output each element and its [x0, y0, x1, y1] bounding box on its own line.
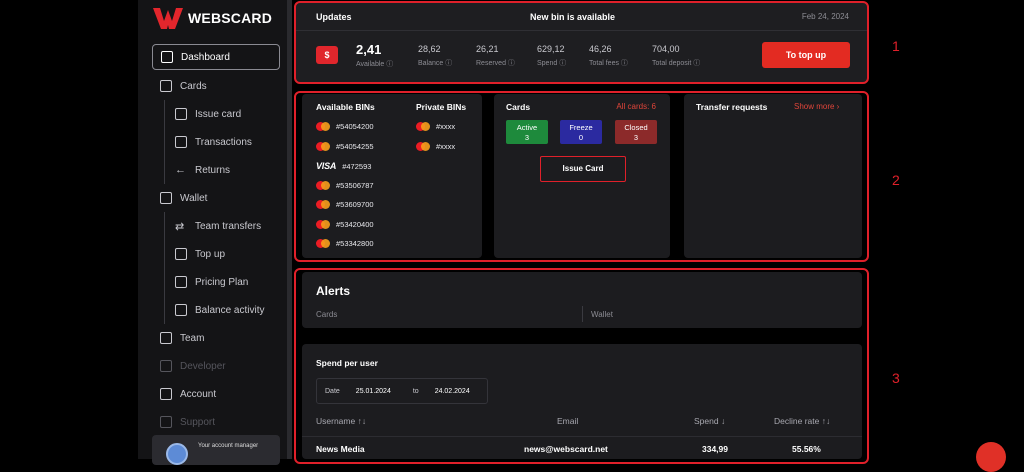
sidebar-item-label: Team	[180, 332, 205, 344]
annotation-box-1	[294, 1, 869, 84]
sidebar-item-label: Account	[180, 388, 217, 400]
sidebar-item-team[interactable]: Team	[152, 324, 280, 352]
brand-name: WEBSCARD	[188, 10, 273, 26]
annotation-label-3: 3	[892, 370, 900, 386]
account-manager-label: Your account manager	[198, 443, 259, 449]
sidebar-item-account[interactable]: Account	[152, 380, 280, 408]
developer-icon	[160, 360, 172, 372]
sidebar-item-label: Pricing Plan	[195, 276, 249, 288]
chat-bubble-button[interactable]	[976, 442, 1006, 472]
webscard-logo-icon	[153, 8, 183, 29]
sidebar-item-developer[interactable]: Developer	[152, 352, 280, 380]
sidebar-item-balance-activity[interactable]: Balance activity	[164, 296, 280, 324]
sidebar-item-label: Team transfers	[195, 220, 262, 232]
activity-icon	[175, 304, 187, 316]
sidebar-item-label: Support	[180, 416, 216, 428]
sidebar-item-team-transfers[interactable]: ⇄ Team transfers	[164, 212, 280, 240]
transfer-arrows-icon: ⇄	[175, 220, 185, 233]
sidebar-item-transactions[interactable]: Transactions	[164, 128, 280, 156]
plus-square-icon	[175, 108, 187, 120]
annotation-box-2	[294, 91, 869, 262]
sidebar-item-returns[interactable]: ← Returns	[164, 156, 280, 184]
brand-logo[interactable]: WEBSCARD	[152, 6, 272, 30]
sidebar-item-label: Cards	[180, 80, 207, 92]
arrow-left-icon: ←	[175, 164, 186, 176]
sidebar-item-label: Dashboard	[181, 51, 230, 63]
sidebar-item-wallet[interactable]: Wallet	[152, 184, 280, 212]
sidebar-item-pricing-plan[interactable]: Pricing Plan	[164, 268, 280, 296]
sidebar-item-label: Issue card	[195, 108, 242, 120]
home-icon	[161, 51, 173, 63]
team-icon	[160, 332, 172, 344]
sidebar-item-cards[interactable]: Cards	[152, 72, 280, 100]
account-grid-icon	[160, 388, 172, 400]
sidebar-item-label: Wallet	[180, 192, 208, 204]
annotation-box-3	[294, 268, 869, 464]
sidebar: WEBSCARD Dashboard Cards Issue card Tran…	[138, 0, 287, 465]
card-icon	[160, 80, 172, 92]
sidebar-item-issue-card[interactable]: Issue card	[164, 100, 280, 128]
account-manager-card[interactable]: Your account manager	[152, 435, 280, 465]
sidebar-item-label: Developer	[180, 360, 226, 372]
bank-icon	[160, 192, 172, 204]
sidebar-item-label: Top up	[195, 248, 226, 260]
sidebar-item-top-up[interactable]: Top up	[164, 240, 280, 268]
annotation-label-2: 2	[892, 172, 900, 188]
transactions-icon	[175, 136, 187, 148]
sidebar-item-label: Returns	[195, 164, 231, 176]
sidebar-item-label: Balance activity	[195, 304, 265, 316]
chat-icon	[160, 416, 172, 428]
percent-icon	[175, 276, 187, 288]
sidebar-item-support[interactable]: Support	[152, 408, 280, 436]
left-margin	[0, 0, 138, 459]
sidebar-item-dashboard[interactable]: Dashboard	[152, 44, 280, 70]
annotation-label-1: 1	[892, 38, 900, 54]
sidebar-nav: Dashboard Cards Issue card Transactions …	[152, 44, 280, 436]
top-up-icon	[175, 248, 187, 260]
sidebar-item-label: Transactions	[195, 136, 252, 148]
avatar	[166, 443, 188, 465]
